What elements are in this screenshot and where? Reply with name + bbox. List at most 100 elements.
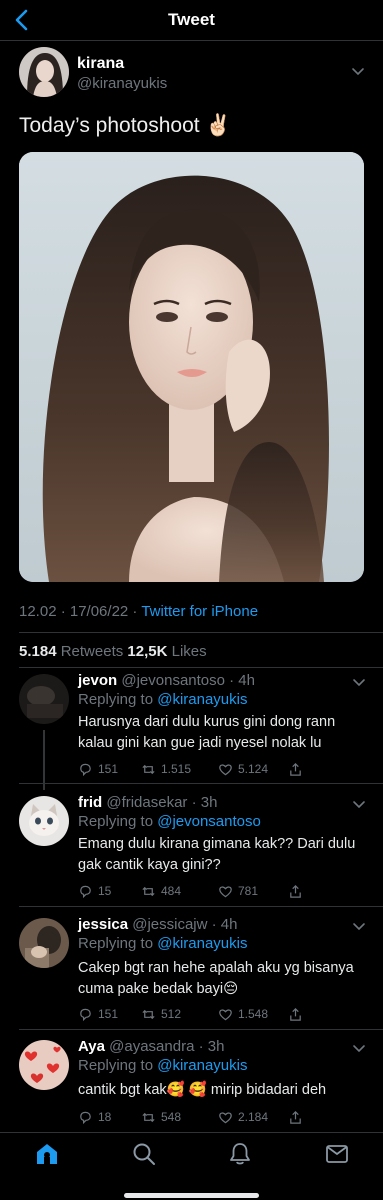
reply-avatar[interactable] [19, 1040, 69, 1090]
reply-text: Harusnya dari dulu kurus gini dong rann … [78, 714, 336, 751]
replying-to: Replying to @kiranayukis [78, 691, 247, 708]
reply-header: jevon @jevonsantoso · 4h [78, 672, 255, 689]
home-icon[interactable] [34, 1141, 60, 1167]
reply-author-name[interactable]: frid [78, 794, 102, 811]
search-icon[interactable] [131, 1141, 157, 1167]
reply-icon [80, 1111, 91, 1124]
reply-actions: 15 484 781 [78, 882, 318, 902]
chevron-down-icon[interactable] [352, 800, 366, 810]
like-count: 1.548 [238, 1007, 269, 1021]
likes-label[interactable]: Likes [167, 643, 207, 660]
replying-to-handle[interactable]: @kiranayukis [157, 691, 247, 708]
retweet-action[interactable]: 548 [141, 1108, 181, 1126]
chevron-down-icon[interactable] [352, 922, 366, 932]
reply-author-name[interactable]: jessica [78, 916, 128, 933]
reply-author-handle[interactable]: @jevonsantoso · 4h [117, 672, 255, 689]
replying-to-label: Replying to [78, 935, 158, 952]
reply-author-handle[interactable]: @jessicajw · 4h [128, 916, 237, 933]
divider [19, 906, 383, 907]
heart-icon [219, 1111, 232, 1123]
author-name[interactable]: kirana [77, 55, 124, 73]
replying-to-label: Replying to [78, 1057, 158, 1074]
reply-text: Emang dulu kirana gimana kak?? Dari dulu… [78, 836, 356, 873]
divider [19, 783, 383, 784]
share-icon [290, 884, 301, 898]
share-icon [290, 1007, 301, 1021]
author-avatar[interactable] [19, 47, 69, 97]
reply-header: frid @fridasekar · 3h [78, 794, 217, 811]
reply-actions: 151 512 1.548 [78, 1005, 318, 1025]
like-action[interactable]: 781 [218, 882, 258, 900]
author-handle[interactable]: @kiranayukis [77, 75, 167, 92]
portrait-photo-image [19, 152, 364, 582]
reply-author-name[interactable]: Aya [78, 1038, 105, 1055]
share-action[interactable] [288, 882, 303, 900]
retweet-action[interactable]: 484 [141, 882, 181, 900]
avatar-hearts-image [19, 1040, 69, 1090]
reply-author-handle[interactable]: @ayasandra · 3h [105, 1038, 224, 1055]
replying-to-label: Replying to [78, 813, 158, 830]
replying-to-handle[interactable]: @kiranayukis [157, 935, 247, 952]
reply-text: cantik bgt kak🥰 🥰 mirip bidadari deh [78, 1082, 327, 1098]
replying-to-handle[interactable]: @kiranayukis [157, 1057, 247, 1074]
replying-to: Replying to @jevonsantoso [78, 813, 261, 830]
reply-action[interactable]: 151 [78, 1005, 118, 1023]
navigation-bar: Tweet [0, 0, 383, 40]
reply-count: 151 [98, 1007, 119, 1021]
nav-divider [0, 40, 383, 41]
replying-to-handle[interactable]: @jevonsantoso [157, 813, 261, 830]
like-count: 781 [238, 884, 259, 898]
divider [19, 1029, 383, 1030]
reply-author-handle[interactable]: @fridasekar · 3h [102, 794, 217, 811]
retweet-icon [142, 1009, 155, 1019]
notifications-icon[interactable] [227, 1141, 253, 1167]
retweet-count[interactable]: 5.184 [19, 643, 57, 660]
tweet-source-link[interactable]: Twitter for iPhone [141, 603, 258, 620]
tweet-photo[interactable] [19, 152, 364, 582]
share-action[interactable] [288, 1005, 303, 1023]
chevron-down-icon[interactable] [351, 67, 365, 77]
share-action[interactable] [288, 1108, 303, 1126]
tweet-time: 12.02 · 17/06/22 · [19, 603, 142, 620]
reply-action[interactable]: 15 [78, 882, 111, 900]
retweet-count: 512 [161, 1007, 182, 1021]
like-count[interactable]: 12,5K [127, 643, 167, 660]
reply-avatar[interactable] [19, 918, 69, 968]
like-count: 2.184 [238, 1110, 269, 1124]
avatar-photo-image [19, 918, 69, 968]
thread-connector-line [43, 730, 45, 790]
heart-icon [219, 1008, 232, 1020]
reply-header: Aya @ayasandra · 3h [78, 1038, 224, 1055]
share-action[interactable] [288, 760, 303, 778]
reply-avatar[interactable] [19, 796, 69, 846]
messages-icon[interactable] [324, 1141, 350, 1167]
avatar-dark-photo-image [19, 674, 69, 724]
tweet-stats: 5.184 Retweets 12,5K Likes [19, 643, 207, 660]
retweets-label[interactable]: Retweets [57, 643, 128, 660]
retweet-action[interactable]: 512 [141, 1005, 181, 1023]
retweet-icon [142, 1112, 155, 1122]
like-action[interactable]: 1.548 [218, 1005, 268, 1023]
reply-icon [80, 763, 91, 776]
reply-action[interactable]: 18 [78, 1108, 111, 1126]
like-action[interactable]: 5.124 [218, 760, 268, 778]
divider [19, 667, 383, 668]
reply-avatar[interactable] [19, 674, 69, 724]
home-indicator[interactable] [124, 1193, 259, 1198]
reply-action[interactable]: 151 [78, 760, 118, 778]
retweet-action[interactable]: 1.515 [141, 760, 191, 778]
tweet-author[interactable]: kirana @kiranayukis [19, 47, 367, 101]
replying-to-label: Replying to [78, 691, 158, 708]
retweet-count: 484 [161, 884, 182, 898]
reply-author-name[interactable]: jevon [78, 672, 117, 689]
chevron-down-icon[interactable] [352, 678, 366, 688]
reply-icon [80, 1008, 91, 1021]
tweet-text: Today’s photoshoot ✌🏻 [19, 114, 232, 137]
chevron-down-icon[interactable] [352, 1044, 366, 1054]
reply-count: 18 [98, 1110, 112, 1124]
like-action[interactable]: 2.184 [218, 1108, 268, 1126]
reply-text: Cakep bgt ran hehe apalah aku yg bisanya… [78, 960, 354, 997]
reply-icon [80, 885, 91, 898]
share-icon [290, 1110, 301, 1124]
reply-header: jessica @jessicajw · 4h [78, 916, 237, 933]
